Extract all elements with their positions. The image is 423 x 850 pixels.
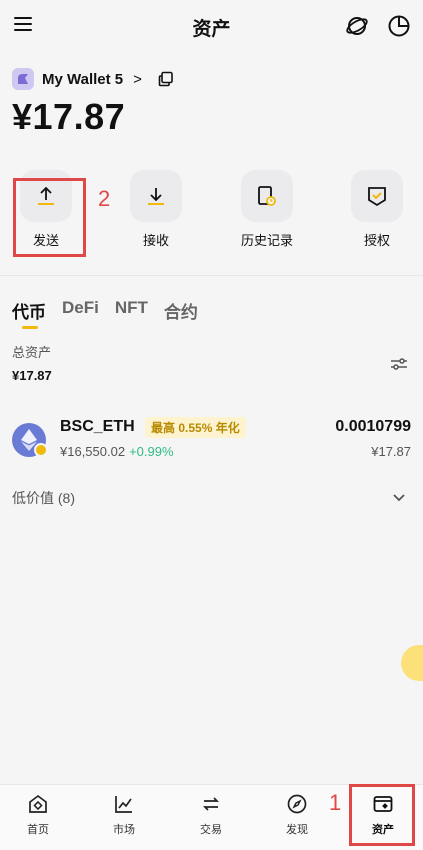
tab-nft[interactable]: NFT [115, 298, 148, 323]
nav-discover-label: 发现 [286, 824, 308, 836]
globe-icon[interactable] [345, 14, 369, 38]
filter-sliders-icon[interactable] [389, 354, 409, 374]
authorize-button[interactable]: 授权 [342, 170, 412, 249]
token-change: +0.99% [129, 444, 174, 459]
total-assets-label: 总资产 [12, 345, 52, 360]
wallet-avatar [12, 68, 34, 90]
trade-swap-icon [202, 797, 220, 811]
wallet-name: My Wallet 5 [42, 70, 124, 88]
market-chart-icon [115, 796, 132, 813]
wallet-selector[interactable]: My Wallet 5 > [12, 68, 174, 90]
token-fiat-value: ¥17.87 [371, 444, 411, 459]
download-arrow-icon [148, 188, 164, 205]
nav-home[interactable]: 首页 [8, 793, 68, 837]
token-row-bsc-eth[interactable]: BSC_ETH 最高 0.55% 年化 ¥16,550.02 +0.99% 0.0… [12, 413, 411, 465]
nav-discover[interactable]: 发现 [267, 793, 327, 837]
tab-contracts[interactable]: 合约 [164, 298, 198, 323]
receive-label: 接收 [142, 233, 169, 248]
apy-badge[interactable]: 最高 0.55% 年化 [145, 417, 246, 438]
shield-check-icon [368, 187, 386, 207]
receive-button[interactable]: 接收 [121, 170, 191, 249]
token-amount: 0.0010799 [335, 418, 411, 435]
wallet-avatar-icon [18, 74, 28, 84]
discover-compass-icon [287, 794, 307, 814]
floating-assistant-icon[interactable] [401, 645, 423, 681]
bsc-chain-badge-icon [34, 443, 48, 457]
divider [0, 275, 423, 276]
token-name: BSC_ETH [60, 418, 135, 435]
history-button[interactable]: 历史记录 [232, 170, 302, 249]
step-1-marker: 1 [329, 790, 342, 815]
step-2-marker: 2 [98, 186, 111, 211]
chevron-right-icon: > [133, 70, 142, 88]
nav-market[interactable]: 市场 [94, 793, 154, 837]
asset-tabs: 代币 DeFi NFT 合约 [12, 298, 198, 323]
history-label: 历史记录 [240, 233, 293, 248]
pie-chart-icon[interactable] [387, 14, 411, 38]
tab-defi[interactable]: DeFi [62, 298, 99, 323]
authorize-label: 授权 [363, 233, 390, 248]
tab-tokens[interactable]: 代币 [12, 298, 46, 323]
copy-icon[interactable] [158, 71, 174, 87]
chevron-down-icon[interactable] [391, 489, 407, 505]
total-assets-value: ¥17.87 [12, 368, 52, 383]
home-icon [29, 794, 47, 813]
history-doc-icon [258, 186, 276, 206]
token-price: ¥16,550.02 [60, 444, 126, 459]
top-bar: 资产 [0, 0, 423, 52]
nav-home-label: 首页 [27, 824, 49, 836]
nav-trade[interactable]: 交易 [181, 793, 241, 837]
send-highlight-box [13, 178, 86, 257]
low-value-toggle[interactable]: 低价值 (8) [12, 488, 75, 508]
assets-tab-highlight-box [349, 784, 415, 846]
total-balance: ¥17.87 [12, 96, 126, 137]
nav-trade-label: 交易 [200, 824, 222, 836]
token-price-line: ¥16,550.02 +0.99% [60, 444, 174, 459]
active-tab-indicator [22, 326, 38, 329]
nav-market-label: 市场 [113, 824, 135, 836]
